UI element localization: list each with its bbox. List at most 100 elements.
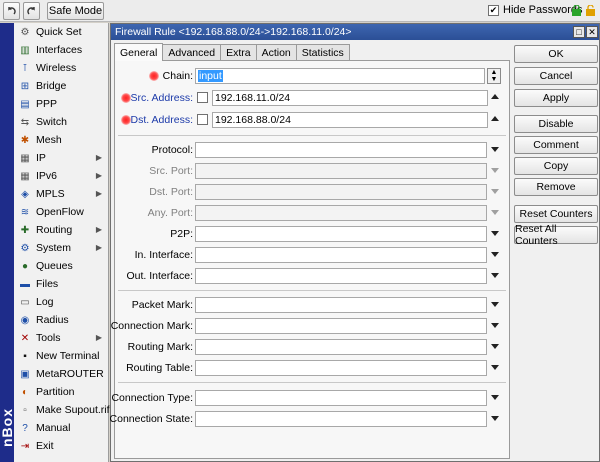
chain-row: Chain: input ▲ ▼ [115, 68, 511, 84]
src-port-label: Src. Port: [149, 165, 193, 177]
ok-button[interactable]: OK [514, 45, 598, 63]
sidebar-item-system[interactable]: ⚙ System ▶ [14, 239, 108, 257]
sidebar-item-metarouter[interactable]: ▣ MetaROUTER [14, 365, 108, 383]
connection-type-label: Connection Type: [111, 392, 193, 404]
src-address-input[interactable]: 192.168.11.0/24 [212, 90, 488, 106]
connection-type-row: Connection Type: [111, 390, 511, 406]
sidebar-item-ipv6[interactable]: ▦ IPv6 ▶ [14, 167, 108, 185]
sidebar-item-exit[interactable]: ⇥ Exit [14, 437, 108, 455]
sidebar-item-label: Exit [36, 440, 54, 452]
submenu-arrow-icon: ▶ [95, 189, 102, 198]
safe-mode-button[interactable]: Safe Mode [47, 2, 104, 20]
out-interface-row: Out. Interface: [115, 268, 511, 284]
chain-dropdown-button[interactable]: ▲ ▼ [487, 68, 501, 84]
dialog-title-bar[interactable]: Firewall Rule <192.168.88.0/24->192.168.… [111, 24, 599, 40]
separator [118, 290, 506, 291]
sidebar-item-mesh[interactable]: ✱ Mesh [14, 131, 108, 149]
protocol-select[interactable] [195, 142, 487, 158]
src-address-collapse-icon[interactable] [491, 94, 499, 99]
tab-statistics[interactable]: Statistics [295, 44, 350, 61]
packet-mark-select[interactable] [195, 297, 487, 313]
connection-state-select[interactable] [195, 411, 487, 427]
routing-table-select[interactable] [195, 360, 487, 376]
routing-table-dropdown-icon[interactable] [491, 365, 499, 370]
copy-button[interactable]: Copy [514, 157, 598, 175]
sidebar-item-files[interactable]: ▬ Files [14, 275, 108, 293]
sidebar-item-ppp[interactable]: ▤ PPP [14, 95, 108, 113]
sidebar-item-radius[interactable]: ◉ Radius [14, 311, 108, 329]
sidebar-item-quick-set[interactable]: ⚙ Quick Set [14, 23, 108, 41]
metarouter-icon: ▣ [20, 368, 30, 380]
hide-passwords-toggle[interactable]: ✔ Hide Passwords [488, 4, 582, 16]
connection-state-dropdown-icon[interactable] [491, 416, 499, 421]
sidebar-item-bridge[interactable]: ⊞ Bridge [14, 77, 108, 95]
sidebar-item-label: Queues [36, 260, 73, 272]
sidebar-item-log[interactable]: ▭ Log [14, 293, 108, 311]
sidebar-item-routing[interactable]: ✚ Routing ▶ [14, 221, 108, 239]
tab-extra[interactable]: Extra [220, 44, 257, 61]
connection-mark-select[interactable] [195, 318, 487, 334]
submenu-arrow-icon: ▶ [95, 333, 102, 342]
reset-counters-button[interactable]: Reset Counters [514, 205, 598, 223]
src-address-negate-checkbox[interactable] [197, 92, 208, 103]
packet-mark-dropdown-icon[interactable] [491, 302, 499, 307]
sidebar-item-interfaces[interactable]: ▥ Interfaces [14, 41, 108, 59]
dst-address-negate-checkbox[interactable] [197, 114, 208, 125]
hide-passwords-checkbox[interactable]: ✔ [488, 4, 499, 16]
tab-general[interactable]: General [114, 43, 164, 61]
p2p-dropdown-icon[interactable] [491, 231, 499, 236]
dst-address-collapse-icon[interactable] [491, 116, 499, 121]
exit-icon: ⇥ [20, 440, 30, 452]
unlock-icon [586, 5, 595, 16]
sidebar-item-terminal[interactable]: ▪ New Terminal [14, 347, 108, 365]
maximize-button[interactable]: □ [573, 26, 585, 38]
tab-action[interactable]: Action [255, 44, 297, 61]
comment-button[interactable]: Comment [514, 136, 598, 154]
sidebar-item-ip[interactable]: ▦ IP ▶ [14, 149, 108, 167]
routing-table-label: Routing Table: [126, 362, 193, 374]
tab-advanced[interactable]: Advanced [162, 44, 222, 61]
in-interface-dropdown-icon[interactable] [491, 252, 499, 257]
connection-mark-dropdown-icon[interactable] [491, 323, 499, 328]
required-marker [121, 115, 131, 125]
undo-button[interactable] [3, 2, 20, 20]
sidebar-item-supout[interactable]: ▫ Make Supout.rif [14, 401, 109, 419]
dst-address-row: Dst. Address: 192.168.88.0/24 [115, 112, 511, 128]
src-port-input [195, 163, 487, 179]
sidebar-item-tools[interactable]: ✕ Tools ▶ [14, 329, 108, 347]
remove-button[interactable]: Remove [514, 178, 598, 196]
sidebar-item-manual[interactable]: ? Manual [14, 419, 108, 437]
redo-button[interactable] [23, 2, 40, 20]
close-button[interactable]: ✕ [586, 26, 598, 38]
sidebar-item-label: Routing [36, 224, 73, 236]
apply-button[interactable]: Apply [514, 89, 598, 107]
submenu-arrow-icon: ▶ [95, 153, 102, 162]
dst-address-input[interactable]: 192.168.88.0/24 [212, 112, 488, 128]
connection-type-dropdown-icon[interactable] [491, 395, 499, 400]
chain-select[interactable]: input [195, 68, 485, 84]
protocol-dropdown-icon[interactable] [491, 147, 499, 152]
sidebar-item-queues[interactable]: ● Queues [14, 257, 108, 275]
sidebar-item-openflow[interactable]: ≋ OpenFlow [14, 203, 108, 221]
sidebar-item-switch[interactable]: ⇆ Switch [14, 113, 108, 131]
routing-mark-select[interactable] [195, 339, 487, 355]
reset-all-counters-button[interactable]: Reset All Counters [514, 223, 598, 247]
required-marker [121, 93, 131, 103]
cancel-button[interactable]: Cancel [514, 67, 598, 85]
sidebar-item-label: PPP [36, 98, 58, 110]
dialog-tabs: General Advanced Extra Action Statistics [114, 43, 350, 61]
top-toolbar: Safe Mode ✔ Hide Passwords [0, 0, 600, 22]
sidebar-item-label: IPv6 [36, 170, 58, 182]
routing-mark-dropdown-icon[interactable] [491, 344, 499, 349]
chevron-down-icon: ▼ [490, 76, 498, 83]
connection-type-select[interactable] [195, 390, 487, 406]
p2p-select[interactable] [195, 226, 487, 242]
dst-port-input [195, 184, 487, 200]
sidebar-item-wireless[interactable]: ⊺ Wireless [14, 59, 108, 77]
out-interface-dropdown-icon[interactable] [491, 273, 499, 278]
sidebar-item-mpls[interactable]: ◈ MPLS ▶ [14, 185, 108, 203]
out-interface-select[interactable] [195, 268, 487, 284]
in-interface-select[interactable] [195, 247, 487, 263]
sidebar-item-partition[interactable]: ◐ Partition [14, 383, 108, 401]
disable-button[interactable]: Disable [514, 115, 598, 133]
